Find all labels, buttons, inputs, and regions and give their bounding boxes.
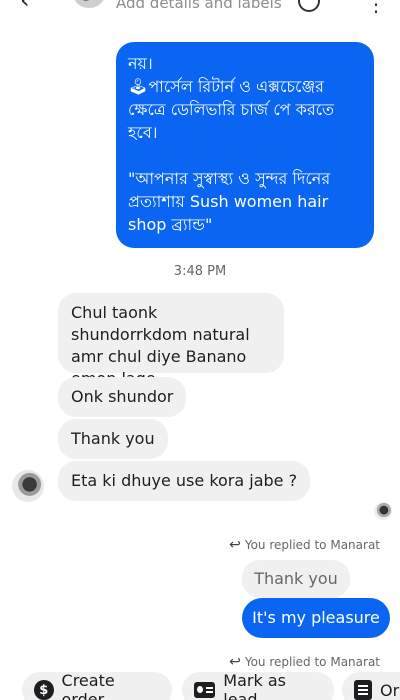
outgoing-message[interactable]: It's my pleasure xyxy=(242,598,390,638)
info-icon[interactable] xyxy=(298,0,320,12)
incoming-message[interactable]: Eta ki dhuye use kora jabe ? xyxy=(58,461,311,501)
seen-receipt-avatar xyxy=(374,502,392,520)
order-list-icon xyxy=(354,680,372,700)
outgoing-message-policy[interactable]: নয়। 🕹পার্সেল রিটার্ন ও এক্সচেঞ্জের ক্ষে… xyxy=(116,42,374,248)
back-arrow-icon[interactable]: ‹ xyxy=(20,0,30,14)
contact-avatar[interactable] xyxy=(74,0,104,8)
more-icon[interactable]: ⋮ xyxy=(366,0,386,16)
add-details-labels[interactable]: Add details and labels xyxy=(116,0,296,14)
orders-button[interactable]: Or xyxy=(342,672,400,700)
reply-indicator-label: You replied to Manarat xyxy=(244,538,380,552)
quoted-message[interactable]: Thank you xyxy=(242,560,350,598)
incoming-message[interactable]: Thank you xyxy=(58,419,168,459)
message-line: নয়। xyxy=(128,54,153,73)
mark-as-lead-button[interactable]: Mark as lead xyxy=(182,671,334,700)
incoming-message[interactable]: Chul taonk shundorrkdom natural amr chul… xyxy=(58,293,284,388)
reply-indicator: ↩ You replied to Manarat xyxy=(229,654,380,670)
lead-card-icon xyxy=(194,682,216,698)
orders-label: Or xyxy=(380,680,400,700)
chat-header: ‹ Add details and labels ⋮ xyxy=(0,0,400,32)
sender-avatar[interactable] xyxy=(12,470,44,502)
create-order-label: Create order xyxy=(61,671,115,700)
dollar-icon: $ xyxy=(34,680,54,700)
create-order-button[interactable]: $ Create order xyxy=(22,671,172,700)
reply-indicator: ↩ You replied to Manarat xyxy=(229,537,380,553)
message-timestamp: 3:48 PM xyxy=(173,264,227,279)
reply-arrow-icon: ↩ xyxy=(229,654,241,670)
quick-actions-bar: $ Create order Mark as lead Or xyxy=(0,670,400,700)
message-line: 🕹পার্সেল রিটার্ন ও এক্সচেঞ্জের ক্ষেত্রে … xyxy=(128,75,362,144)
joystick-emoji-icon: 🕹 xyxy=(128,77,149,96)
mark-as-lead-label: Mark as lead xyxy=(223,671,286,700)
reply-indicator-label: You replied to Manarat xyxy=(244,655,380,669)
message-line: "আপনার সুস্বাস্থ্য ও সুন্দর দিনের প্রত্য… xyxy=(128,169,331,234)
reply-arrow-icon: ↩ xyxy=(229,537,241,553)
message-text: পার্সেল রিটার্ন ও এক্সচেঞ্জের ক্ষেত্রে ড… xyxy=(128,77,335,142)
incoming-message[interactable]: Onk shundor xyxy=(58,377,187,417)
